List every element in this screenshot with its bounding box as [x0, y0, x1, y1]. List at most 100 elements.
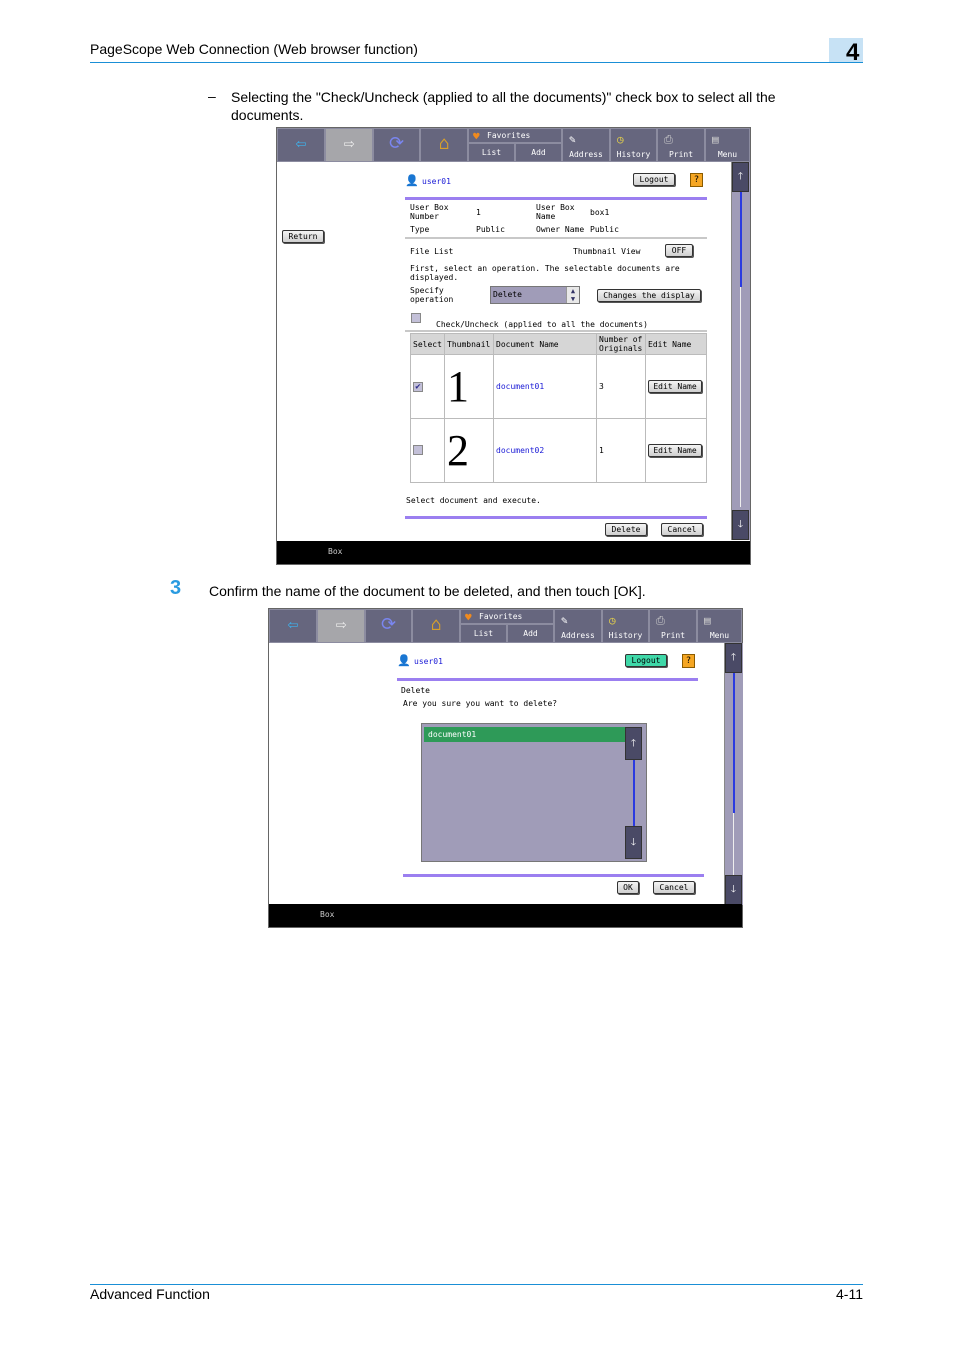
- vertical-scrollbar[interactable]: 🡑 🡓: [731, 162, 750, 540]
- operation-select[interactable]: Delete ▲ ▼: [490, 286, 580, 304]
- print-button[interactable]: ⎙ Print: [657, 128, 705, 162]
- print-button[interactable]: ⎙ Print: [649, 609, 697, 643]
- document-name-link[interactable]: document02: [493, 418, 597, 483]
- refresh-button[interactable]: ⟳: [373, 128, 420, 162]
- printer-icon: ⎙: [656, 614, 665, 627]
- list-scroll-down-button[interactable]: 🡓: [625, 826, 642, 859]
- separator: [403, 874, 704, 877]
- home-icon: ⌂: [438, 133, 450, 154]
- menu-icon: ▤: [712, 133, 719, 146]
- status-bar: Box: [277, 541, 750, 564]
- status-bar: Box: [269, 904, 742, 927]
- logout-button[interactable]: Logout: [625, 654, 667, 667]
- history-icon: ◷: [609, 614, 616, 627]
- footer-rule: [90, 1284, 863, 1285]
- specify-operation-label: Specify operation: [410, 286, 454, 304]
- help-button[interactable]: ?: [690, 173, 703, 187]
- column-header: Edit Name: [645, 333, 707, 355]
- column-header: Thumbnail: [444, 333, 494, 355]
- box-name-value: box1: [590, 208, 610, 217]
- favorites-add-button[interactable]: Add: [515, 143, 562, 162]
- back-button[interactable]: ⇦: [269, 609, 317, 643]
- home-button[interactable]: ⌂: [412, 609, 460, 643]
- screenshot-delete-confirmation: ⇦ ⇨ ⟳ ⌂ ♥ Favorites List Add ✎ Address ◷ His…: [268, 608, 743, 928]
- row-checkbox[interactable]: [413, 444, 423, 455]
- scroll-thumb[interactable]: [733, 673, 735, 813]
- scroll-track[interactable]: [733, 813, 734, 875]
- delete-button[interactable]: Delete: [605, 523, 647, 536]
- cancel-button[interactable]: Cancel: [661, 523, 703, 536]
- menu-icon: ▤: [704, 614, 711, 627]
- list-scroll-track[interactable]: [633, 760, 635, 826]
- menu-label: Menu: [717, 150, 738, 159]
- column-header: Select: [410, 333, 445, 355]
- history-button[interactable]: ◷ History: [610, 128, 657, 162]
- spinner-icon[interactable]: ▲ ▼: [566, 287, 579, 303]
- document-name-link[interactable]: document01: [493, 354, 597, 419]
- heart-icon: ♥: [465, 611, 472, 624]
- thumbnail[interactable]: 1: [444, 354, 494, 419]
- instruction-text: First, select an operation. The selectab…: [410, 264, 680, 282]
- arrow-left-icon: ⇦: [295, 133, 307, 154]
- row-checkbox[interactable]: ✔: [413, 381, 423, 392]
- back-button[interactable]: ⇦: [277, 128, 325, 162]
- favorites-group: ♥ Favorites List Add: [460, 609, 554, 643]
- changes-display-button[interactable]: Changes the display: [597, 289, 701, 302]
- print-label: Print: [660, 631, 686, 640]
- address-button[interactable]: ✎ Address: [554, 609, 602, 643]
- scroll-thumb[interactable]: [740, 192, 742, 287]
- help-button[interactable]: ?: [682, 654, 695, 668]
- user-icon: 👤: [405, 174, 419, 187]
- edit-name-button[interactable]: Edit Name: [648, 444, 702, 457]
- refresh-button[interactable]: ⟳: [365, 609, 412, 643]
- scroll-track[interactable]: [740, 287, 741, 507]
- scroll-up-button[interactable]: 🡑: [732, 162, 749, 192]
- favorites-group: ♥ Favorites List Add: [468, 128, 562, 162]
- type-value: Public: [476, 225, 505, 234]
- thumbnail-view-toggle[interactable]: OFF: [665, 244, 693, 257]
- address-label: Address: [561, 631, 595, 640]
- return-button[interactable]: Return: [282, 230, 324, 243]
- menu-button[interactable]: ▤ Menu: [705, 128, 750, 162]
- printer-icon: ⎙: [664, 133, 673, 146]
- history-button[interactable]: ◷ History: [602, 609, 649, 643]
- thumbnail[interactable]: 2: [444, 418, 494, 483]
- forward-button[interactable]: ⇨: [325, 128, 373, 162]
- separator: [405, 197, 707, 200]
- column-header: Document Name: [493, 333, 597, 355]
- document-listbox[interactable]: document01 🡑 🡓: [421, 723, 647, 862]
- list-scroll-up-button[interactable]: 🡑: [625, 727, 642, 760]
- favorites-list-button[interactable]: List: [468, 143, 515, 162]
- list-item[interactable]: document01: [424, 727, 626, 742]
- scroll-up-button[interactable]: 🡑: [725, 643, 742, 673]
- favorites-add-button[interactable]: Add: [507, 624, 554, 643]
- vertical-scrollbar[interactable]: 🡑 🡓: [724, 643, 743, 905]
- status-bar-label: Box: [328, 547, 343, 556]
- box-number-value: 1: [476, 208, 481, 217]
- address-button[interactable]: ✎ Address: [562, 128, 610, 162]
- forward-button[interactable]: ⇨: [317, 609, 365, 643]
- home-icon: ⌂: [430, 614, 442, 635]
- edit-cell: Edit Name: [645, 354, 707, 419]
- column-header: Number of Originals: [596, 333, 646, 355]
- favorites-list-button[interactable]: List: [460, 624, 507, 643]
- arrow-up-icon: 🡑: [730, 652, 737, 663]
- file-list-label: File List: [410, 247, 454, 256]
- scroll-down-button[interactable]: 🡓: [732, 510, 749, 540]
- edit-name-button[interactable]: Edit Name: [648, 380, 702, 393]
- edit-cell: Edit Name: [645, 418, 707, 483]
- thumbnail-view-label: Thumbnail View: [573, 247, 641, 256]
- scroll-down-button[interactable]: 🡓: [725, 875, 742, 905]
- menu-button[interactable]: ▤ Menu: [697, 609, 742, 643]
- home-button[interactable]: ⌂: [420, 128, 468, 162]
- browser-toolbar: ⇦ ⇨ ⟳ ⌂ ♥ Favorites List Add ✎ Address ◷ His…: [269, 609, 742, 643]
- arrow-down-icon: 🡓: [630, 837, 637, 848]
- check-all-checkbox[interactable]: [411, 313, 421, 323]
- ok-button[interactable]: OK: [617, 881, 639, 894]
- cancel-button[interactable]: Cancel: [653, 881, 695, 894]
- logout-button[interactable]: Logout: [633, 173, 675, 186]
- page-number: 4-11: [836, 1286, 863, 1302]
- user-icon: 👤: [397, 654, 411, 667]
- favorites-label: Favorites: [479, 612, 523, 621]
- arrow-down-icon: 🡓: [737, 519, 744, 530]
